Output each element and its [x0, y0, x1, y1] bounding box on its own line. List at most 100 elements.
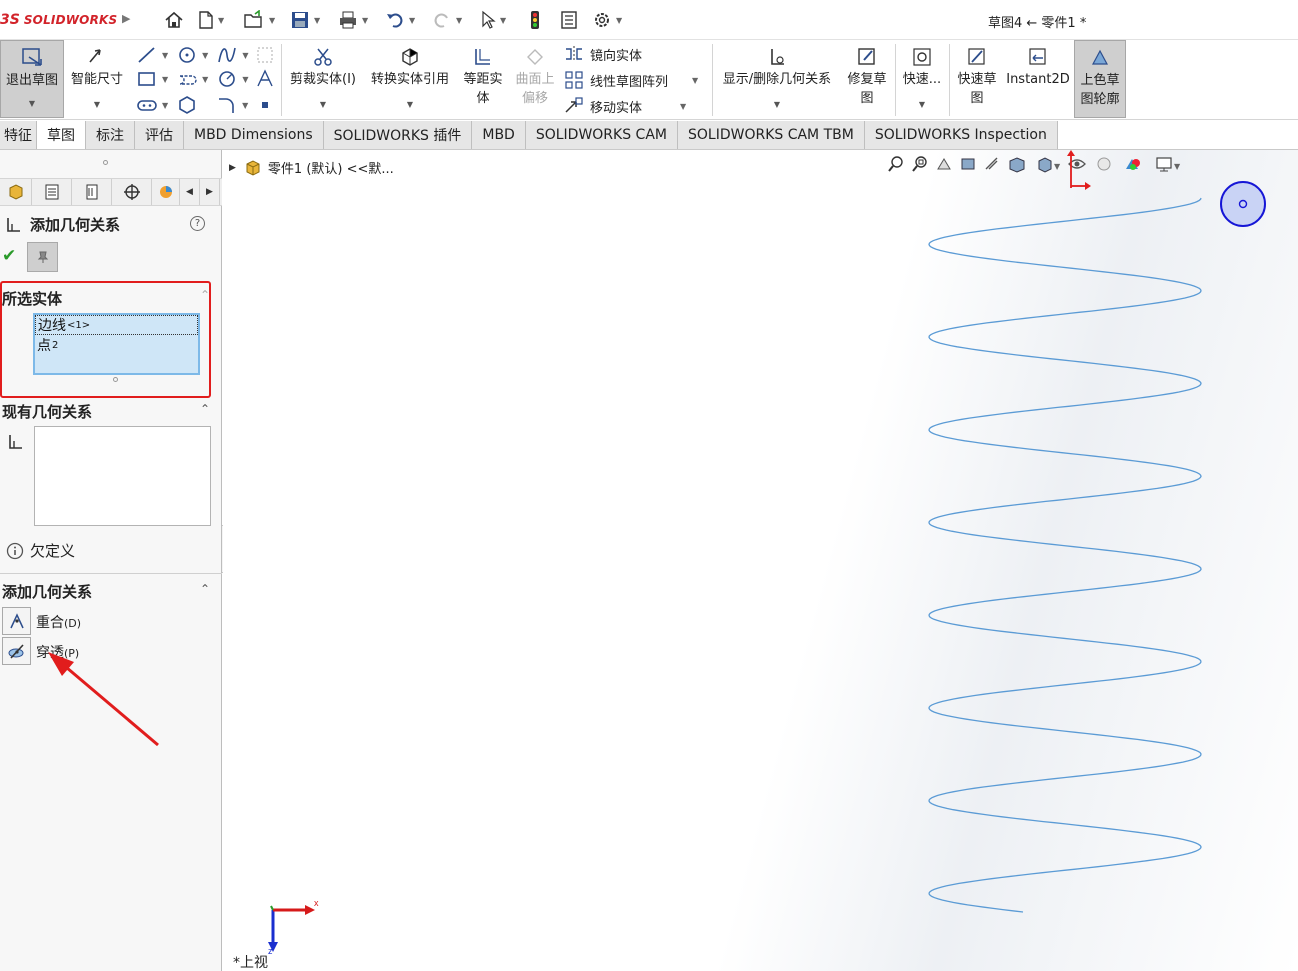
spline-icon[interactable] — [216, 44, 238, 66]
shaded-sketch-contours-button[interactable]: 上色草 图轮廓 — [1074, 40, 1126, 118]
display-manager-tab-icon[interactable] — [152, 179, 180, 205]
dimxpert-tab-icon[interactable] — [112, 179, 152, 205]
fillet-icon[interactable] — [216, 94, 238, 116]
sketch-tools-row-2: ▼ ▼ ▼ — [136, 68, 276, 90]
dropdown-arrow-icon[interactable]: ▼ — [680, 102, 686, 111]
convert-entities-button[interactable]: 转换实体引用 ▼ — [364, 40, 456, 118]
linear-pattern-button[interactable]: 线性草图阵列 ▼ — [564, 70, 698, 90]
feature-tree-tab-icon[interactable] — [0, 179, 32, 205]
move-entities-button[interactable]: 移动实体 ▼ — [564, 96, 686, 116]
tab-solidworks-addins[interactable]: SOLIDWORKS 插件 — [323, 121, 473, 149]
pin-button[interactable] — [27, 242, 58, 272]
chevron-right-icon[interactable]: ▶ — [122, 12, 130, 25]
collapse-chevron-icon[interactable]: ⌃ — [200, 582, 210, 596]
help-icon[interactable]: ? — [190, 216, 205, 231]
text-icon[interactable] — [254, 68, 276, 90]
open-folder-icon[interactable]: ▼ — [243, 9, 275, 31]
logo-text: SOLIDWORKS — [23, 13, 118, 27]
configuration-manager-tab-icon[interactable] — [72, 179, 112, 205]
collapse-chevron-icon[interactable]: ⌃ — [200, 402, 210, 416]
repair-sketch-button[interactable]: 修复草 图 — [842, 40, 892, 118]
arc-icon[interactable] — [216, 68, 238, 90]
tab-solidworks-inspection[interactable]: SOLIDWORKS Inspection — [864, 121, 1058, 149]
save-icon[interactable]: ▼ — [290, 9, 320, 31]
select-pointer-icon[interactable]: ▼ — [480, 9, 506, 31]
command-manager-ribbon: 退出草图 ▼ 智能尺寸 ▼ ▼ ▼ ▼ ▼ ▼ ▼ ▼ ▼ 剪裁实体(I) ▼ … — [0, 40, 1298, 120]
repair-sketch-label-2: 图 — [860, 91, 874, 106]
add-relations-header[interactable]: 添加几何关系 — [2, 581, 92, 602]
dropdown-arrow-icon[interactable]: ▼ — [692, 76, 698, 85]
solidworks-logo[interactable]: 3S SOLIDWORKS — [0, 10, 117, 30]
trim-entities-button[interactable]: 剪裁实体(I) ▼ — [284, 40, 362, 118]
ok-check-icon[interactable]: ✔ — [2, 246, 16, 266]
new-document-icon[interactable]: ▼ — [198, 9, 224, 31]
tab-solidworks-cam-tbm[interactable]: SOLIDWORKS CAM TBM — [677, 121, 865, 149]
existing-relations-header[interactable]: 现有几何关系 — [2, 401, 92, 422]
tab-mbd-dimensions[interactable]: MBD Dimensions — [184, 121, 324, 149]
line-icon[interactable] — [136, 44, 158, 66]
coincident-button[interactable] — [2, 607, 31, 635]
coincident-label[interactable]: 重合(D) — [36, 612, 81, 632]
shaded-contours-icon — [1091, 49, 1109, 65]
view-orientation-label: *上视 — [233, 955, 268, 971]
point-icon[interactable] — [254, 94, 276, 116]
property-manager-tab-icon[interactable] — [32, 179, 72, 205]
home-icon[interactable] — [164, 9, 184, 31]
tab-features[interactable]: 特征 — [0, 121, 37, 149]
mirror-entities-button[interactable]: 镜向实体 — [564, 44, 642, 64]
exit-sketch-button[interactable]: 退出草图 ▼ — [0, 40, 64, 118]
straight-slot-icon[interactable] — [136, 94, 158, 116]
tab-markup[interactable]: 标注 — [86, 121, 135, 149]
display-delete-relations-button[interactable]: 显示/删除几何关系 ▼ — [716, 40, 838, 118]
helix-path[interactable] — [928, 197, 1202, 913]
existing-relations-list[interactable] — [34, 426, 211, 526]
dropdown-arrow-icon[interactable]: ▼ — [407, 95, 413, 114]
tab-sketch[interactable]: 草图 — [37, 121, 86, 149]
rapid-sketch-button[interactable]: 快速草 图 — [952, 40, 1002, 118]
slot-icon[interactable] — [176, 68, 198, 90]
offset-on-surface-icon — [527, 49, 543, 65]
tab-solidworks-cam[interactable]: SOLIDWORKS CAM — [525, 121, 678, 149]
helix-curve[interactable] — [223, 150, 1298, 971]
rapid-sketch-icon — [968, 48, 985, 65]
file-properties-icon[interactable] — [560, 9, 578, 31]
graphics-area[interactable]: ▶ 零件1 (默认) <<默... ▼ ▼ x z *上视 — [223, 150, 1298, 971]
exit-sketch-icon — [22, 48, 42, 66]
rectangle-icon[interactable] — [136, 68, 158, 90]
print-icon[interactable]: ▼ — [338, 9, 368, 31]
rapid-sketch-label-1: 快速草 — [957, 72, 997, 87]
pierce-button[interactable] — [2, 637, 31, 665]
tabs-scroll-left-icon[interactable]: ◀ — [180, 179, 200, 205]
offset-entities-button[interactable]: 等距实 体 — [458, 40, 508, 118]
document-title: 草图4 ← 零件1 * — [988, 16, 1087, 31]
dropdown-arrow-icon[interactable]: ▼ — [774, 95, 780, 114]
smart-dimension-icon — [89, 49, 101, 63]
tab-evaluate[interactable]: 评估 — [135, 121, 184, 149]
dropdown-arrow-icon[interactable]: ▼ — [919, 95, 925, 114]
dropdown-arrow-icon[interactable]: ▼ — [29, 94, 35, 113]
status-text: 欠定义 — [30, 542, 76, 560]
convert-entities-icon — [402, 48, 418, 66]
undo-icon[interactable]: ▼ — [385, 9, 415, 31]
tabs-scroll-right-icon[interactable]: ▶ — [200, 179, 220, 205]
section-divider — [0, 573, 222, 574]
tab-mbd[interactable]: MBD — [472, 121, 526, 149]
reference-triad: x z — [268, 898, 319, 956]
selected-point-marker[interactable] — [1219, 180, 1267, 228]
offset-on-surface-button[interactable]: 曲面上 偏移 — [510, 40, 560, 118]
polygon-icon[interactable] — [176, 94, 198, 116]
ribbon-separator — [281, 44, 282, 116]
quick-snaps-button[interactable]: 快速... ▼ — [898, 40, 946, 118]
rebuild-traffic-light-icon[interactable] — [529, 9, 541, 31]
construction-geometry-icon[interactable] — [254, 44, 276, 66]
options-gear-icon[interactable]: ▼ — [592, 9, 622, 31]
circle-icon[interactable] — [176, 44, 198, 66]
axis-x-label: x — [314, 898, 319, 908]
dropdown-arrow-icon[interactable]: ▼ — [94, 95, 100, 114]
redo-icon[interactable]: ▼ — [432, 9, 462, 31]
panel-splitter-handle[interactable] — [103, 160, 108, 165]
instant2d-button[interactable]: Instant2D — [1004, 40, 1072, 118]
pm-title: 添加几何关系 — [30, 216, 121, 234]
smart-dimension-button[interactable]: 智能尺寸 ▼ — [66, 40, 128, 118]
dropdown-arrow-icon[interactable]: ▼ — [320, 95, 326, 114]
